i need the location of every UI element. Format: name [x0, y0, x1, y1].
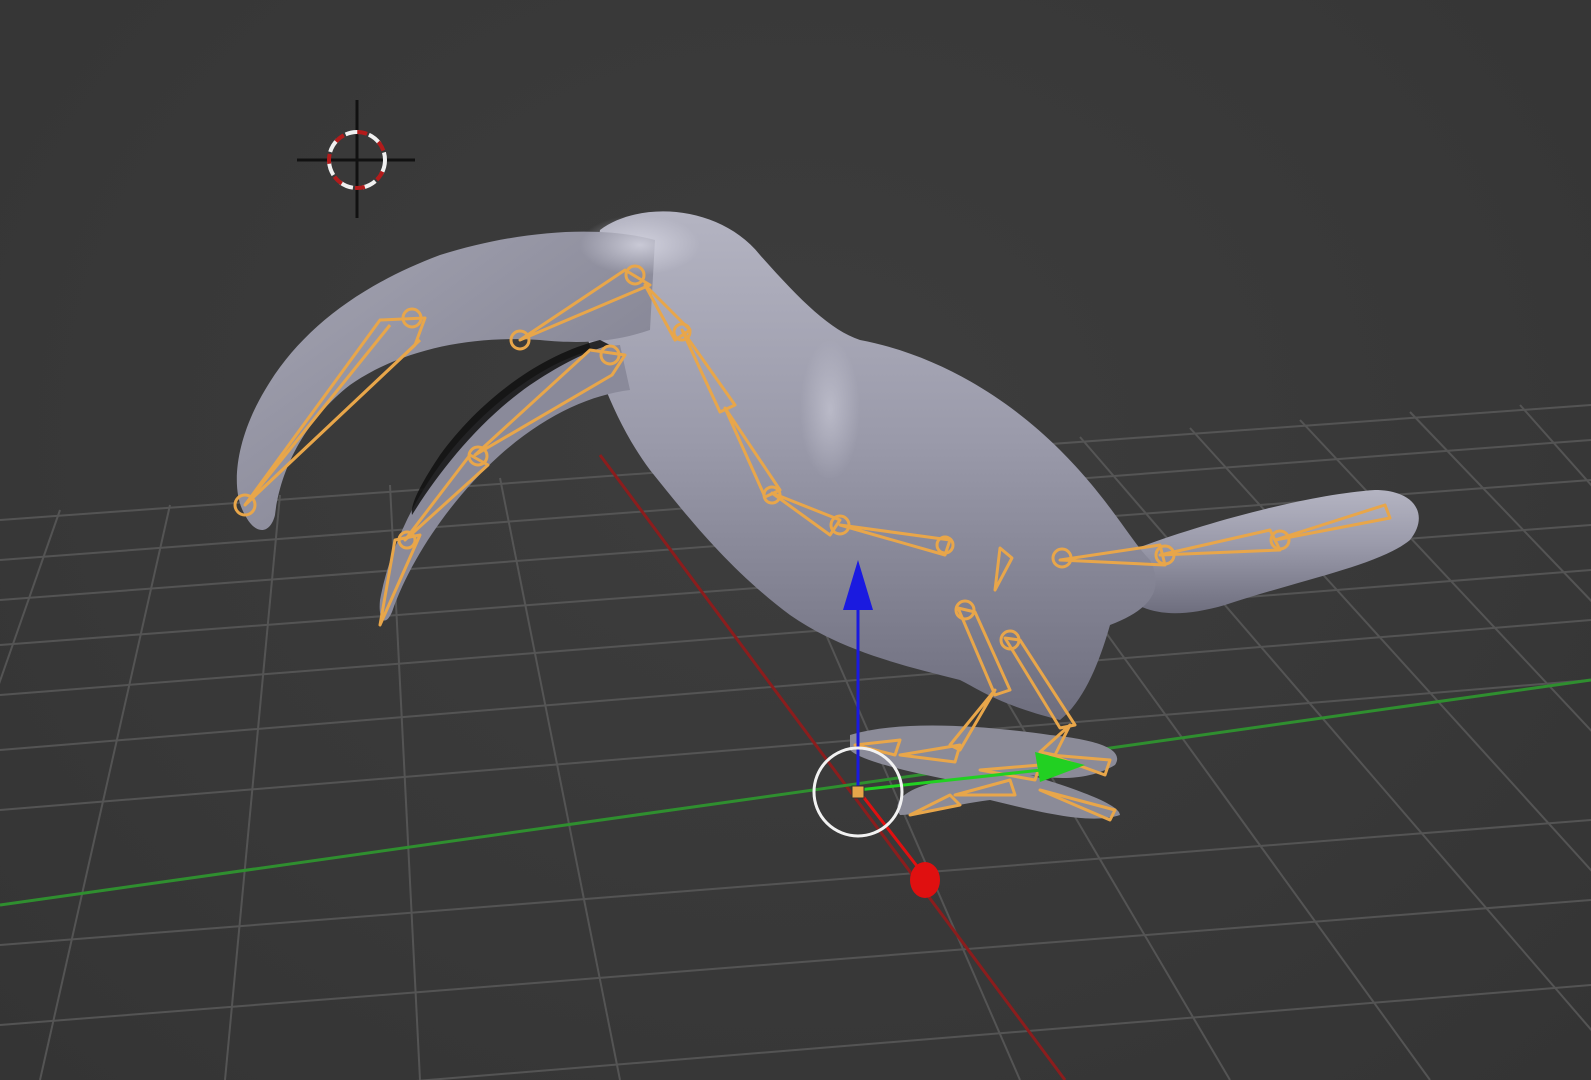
3d-viewport[interactable]	[0, 0, 1591, 1080]
y-axis-line	[0, 678, 1591, 907]
gizmo-x-arrow-icon[interactable]	[910, 862, 940, 898]
3d-cursor-icon[interactable]	[297, 100, 415, 218]
pivot-point-icon[interactable]	[851, 785, 865, 799]
